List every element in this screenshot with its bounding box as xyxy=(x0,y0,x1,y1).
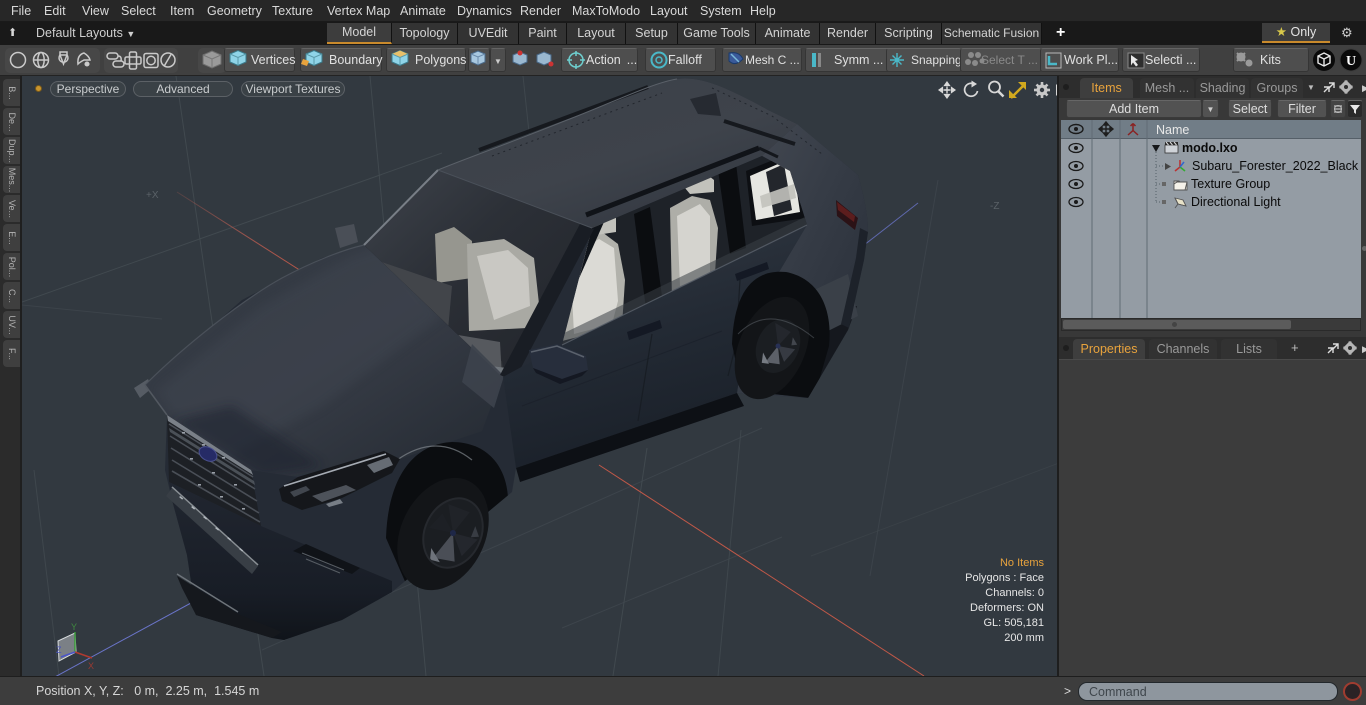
svg-text:U: U xyxy=(1346,54,1356,69)
svg-text:+X: +X xyxy=(146,190,159,201)
svg-text:Texture Group: Texture Group xyxy=(1191,177,1270,191)
svg-text:X: X xyxy=(88,661,94,671)
svg-text:Z: Z xyxy=(56,645,62,655)
svg-text:Name: Name xyxy=(1156,123,1189,137)
svg-text:modo.lxo: modo.lxo xyxy=(1182,141,1238,155)
svg-text:Subaru_Forester_2022_Black: Subaru_Forester_2022_Black xyxy=(1192,159,1359,173)
svg-text:Directional Light: Directional Light xyxy=(1191,195,1281,209)
svg-text:-Z: -Z xyxy=(990,201,999,212)
svg-text:Y: Y xyxy=(71,622,77,632)
